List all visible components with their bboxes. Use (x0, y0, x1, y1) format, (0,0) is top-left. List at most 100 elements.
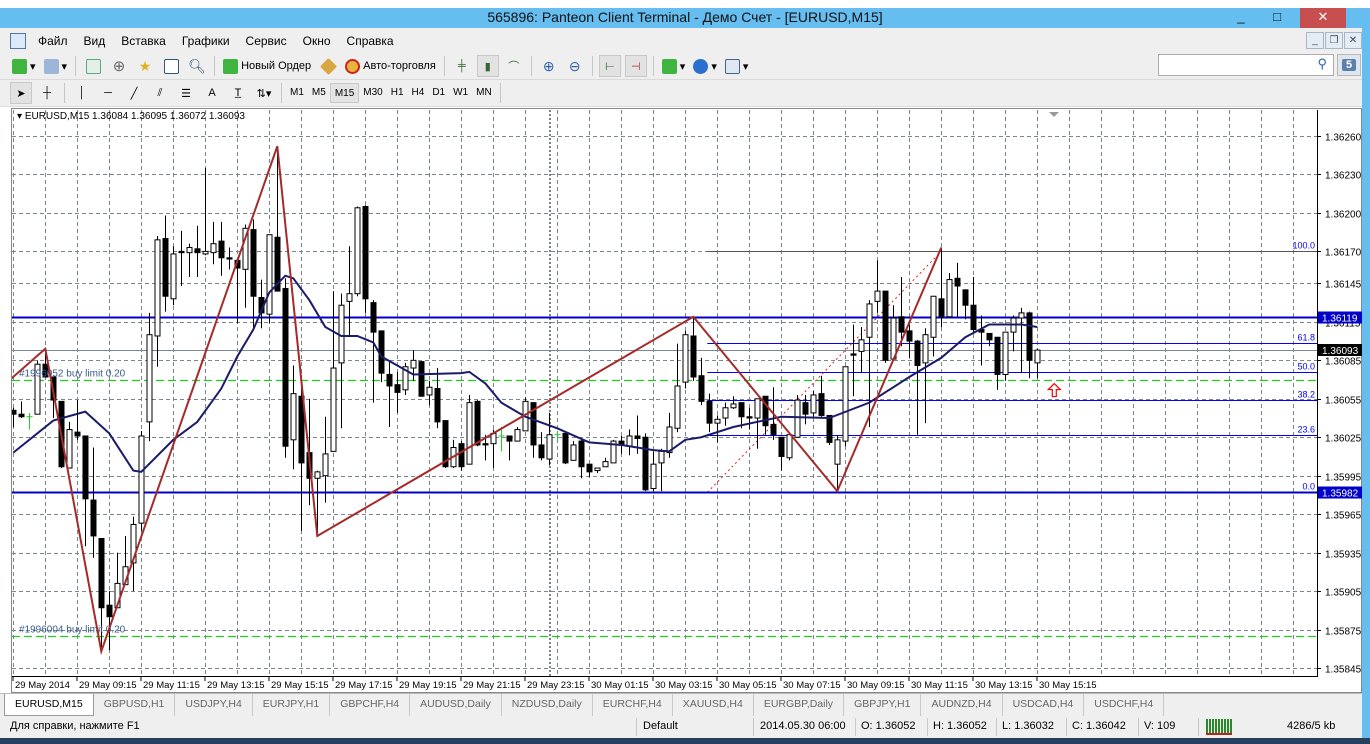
candle-bear (690, 335, 697, 378)
buy-arrow-icon (1046, 382, 1062, 398)
timeframe-m15[interactable]: M15 (329, 83, 360, 103)
menu-charts[interactable]: Графики (174, 34, 238, 48)
mdi-close-button[interactable]: ✕ (1344, 32, 1362, 49)
candlestick-button[interactable]: ▮ (476, 55, 499, 77)
auto-trading-button[interactable]: Авто-торговля (343, 55, 438, 77)
candle-bear (770, 423, 777, 436)
candle-bear (434, 388, 441, 423)
fibonacci-button[interactable]: ☰ (175, 82, 197, 104)
collapse-triangle-icon[interactable]: ▾ (17, 111, 25, 122)
timeframe-m1[interactable]: M1 (286, 83, 308, 103)
timeframe-m30[interactable]: M30 (359, 83, 386, 103)
template-icon (724, 58, 740, 74)
price-tick-label: 1.36145 (1325, 280, 1362, 291)
chart-tab[interactable]: EURUSD,M15 (4, 694, 94, 716)
zoom-out-button[interactable]: ⊖ (564, 55, 586, 77)
terminal-button[interactable] (160, 55, 182, 77)
templates-button[interactable]: ▾ (723, 55, 751, 77)
equidistant-channel-button[interactable]: ⫽ (149, 82, 171, 104)
bar-chart-button[interactable]: ╪ (451, 55, 473, 77)
timeframe-w1[interactable]: W1 (449, 83, 472, 103)
indicators-button[interactable]: ▾ (660, 55, 688, 77)
line-chart-button[interactable]: ⌒ (503, 55, 525, 77)
chart-tab[interactable]: USDCHF,H4 (1084, 694, 1165, 716)
chart-window[interactable]: #1996052 buy limit 0.20 #1996004 buy limi… (11, 108, 1362, 693)
metaeditor-button[interactable] (317, 55, 339, 77)
new-chart-button[interactable]: ▾ (10, 55, 38, 77)
close-button[interactable]: ✕ (1300, 8, 1346, 28)
text-button[interactable]: A (201, 82, 223, 104)
timeframe-d1[interactable]: D1 (428, 83, 449, 103)
price-chart[interactable]: #1996052 buy limit 0.20#1996004 buy limi… (12, 110, 1362, 692)
maximize-button[interactable]: □ (1260, 8, 1294, 28)
chart-tab[interactable]: AUDUSD,Daily (410, 694, 502, 716)
candle-bear (106, 604, 113, 618)
vertical-line-button[interactable]: │ (71, 82, 93, 104)
time-tick-label: 29 May 23:15 (527, 680, 585, 691)
candle-bear (826, 414, 833, 443)
minimize-button[interactable]: _ (1224, 8, 1258, 28)
text-label-button[interactable]: T̲ (227, 82, 249, 104)
chart-tab[interactable]: USDCAD,H4 (1003, 694, 1085, 716)
status-volume: V: 109 (1144, 720, 1176, 732)
chart-tab[interactable]: GBPJPY,H1 (844, 694, 922, 716)
menu-help[interactable]: Справка (339, 34, 402, 48)
new-order-button[interactable]: Новый Ордер (221, 55, 313, 77)
market-watch-button[interactable] (82, 55, 104, 77)
menu-insert[interactable]: Вставка (113, 34, 174, 48)
strategy-tester-button[interactable]: 🔍︎ (186, 55, 208, 77)
cursor-button[interactable]: ➤ (10, 82, 32, 104)
horizontal-line-button[interactable]: ─ (97, 82, 119, 104)
search-icon[interactable]: ⚲ (1317, 56, 1327, 72)
candle-bear (482, 443, 489, 446)
arrows-button[interactable]: ⇅▾ (253, 82, 275, 104)
messages-count: 5 (1341, 59, 1357, 71)
trendline-button[interactable]: ╱ (123, 82, 145, 104)
candlestick-icon: ▮ (484, 60, 491, 73)
price-tick-label: 1.36260 (1325, 133, 1362, 144)
candle-bull (730, 403, 737, 409)
timeframe-h1[interactable]: H1 (387, 83, 408, 103)
status-time: 2014.05.30 06:00 (760, 720, 846, 732)
menu-window[interactable]: Окно (295, 34, 339, 48)
chart-tab[interactable]: XAUUSD,H4 (673, 694, 754, 716)
status-profile[interactable]: Default (643, 720, 678, 732)
data-window-button[interactable]: ⊕ (108, 55, 130, 77)
candle-bull (426, 386, 433, 396)
periods-button[interactable]: ▾ (691, 55, 719, 77)
chart-shift-marker[interactable] (1049, 112, 1059, 117)
profiles-button[interactable]: ▾ (42, 55, 70, 77)
chart-tab[interactable]: EURCHF,H4 (593, 694, 673, 716)
menu-file[interactable]: Файл (30, 34, 76, 48)
zoom-in-button[interactable]: ⊕ (538, 55, 560, 77)
chart-tab[interactable]: GBPUSD,H1 (94, 694, 176, 716)
candle-bear (194, 248, 201, 254)
chart-tab[interactable]: EURJPY,H1 (253, 694, 331, 716)
chart-tab[interactable]: USDJPY,H4 (175, 694, 253, 716)
time-tick-label: 30 May 07:15 (783, 680, 841, 691)
chart-tab[interactable]: GBPCHF,H4 (330, 694, 411, 716)
mdi-restore-button[interactable]: ❐ (1325, 32, 1343, 49)
search-input[interactable]: ⚲ (1158, 54, 1334, 76)
connection-bars-icon[interactable] (1206, 719, 1232, 735)
menu-view[interactable]: Вид (76, 34, 114, 48)
mdi-minimize-button[interactable]: _ (1306, 32, 1324, 49)
candle-bull (714, 418, 721, 424)
menu-tools[interactable]: Сервис (238, 34, 295, 48)
chart-tab[interactable]: AUDNZD,H4 (921, 694, 1003, 716)
timeframe-m5[interactable]: M5 (308, 83, 330, 103)
candle-bull (1018, 312, 1025, 319)
candle-bear (778, 436, 785, 457)
chart-tab[interactable]: NZDUSD,Daily (502, 694, 593, 716)
crosshair-button[interactable]: ┼ (36, 82, 58, 104)
timeframe-h4[interactable]: H4 (408, 83, 429, 103)
navigator-button[interactable]: ★ (134, 55, 156, 77)
auto-scroll-button[interactable]: ⊢ (598, 55, 621, 77)
candle-bull (546, 434, 553, 460)
timeframe-mn[interactable]: MN (472, 83, 496, 103)
cursor-icon: ➤ (16, 87, 26, 100)
chart-tab[interactable]: EURGBP,Daily (754, 694, 845, 716)
candle-bear (634, 435, 641, 440)
messages-button[interactable]: 5 (1337, 54, 1361, 76)
chart-shift-button[interactable]: ⊣ (624, 55, 647, 77)
